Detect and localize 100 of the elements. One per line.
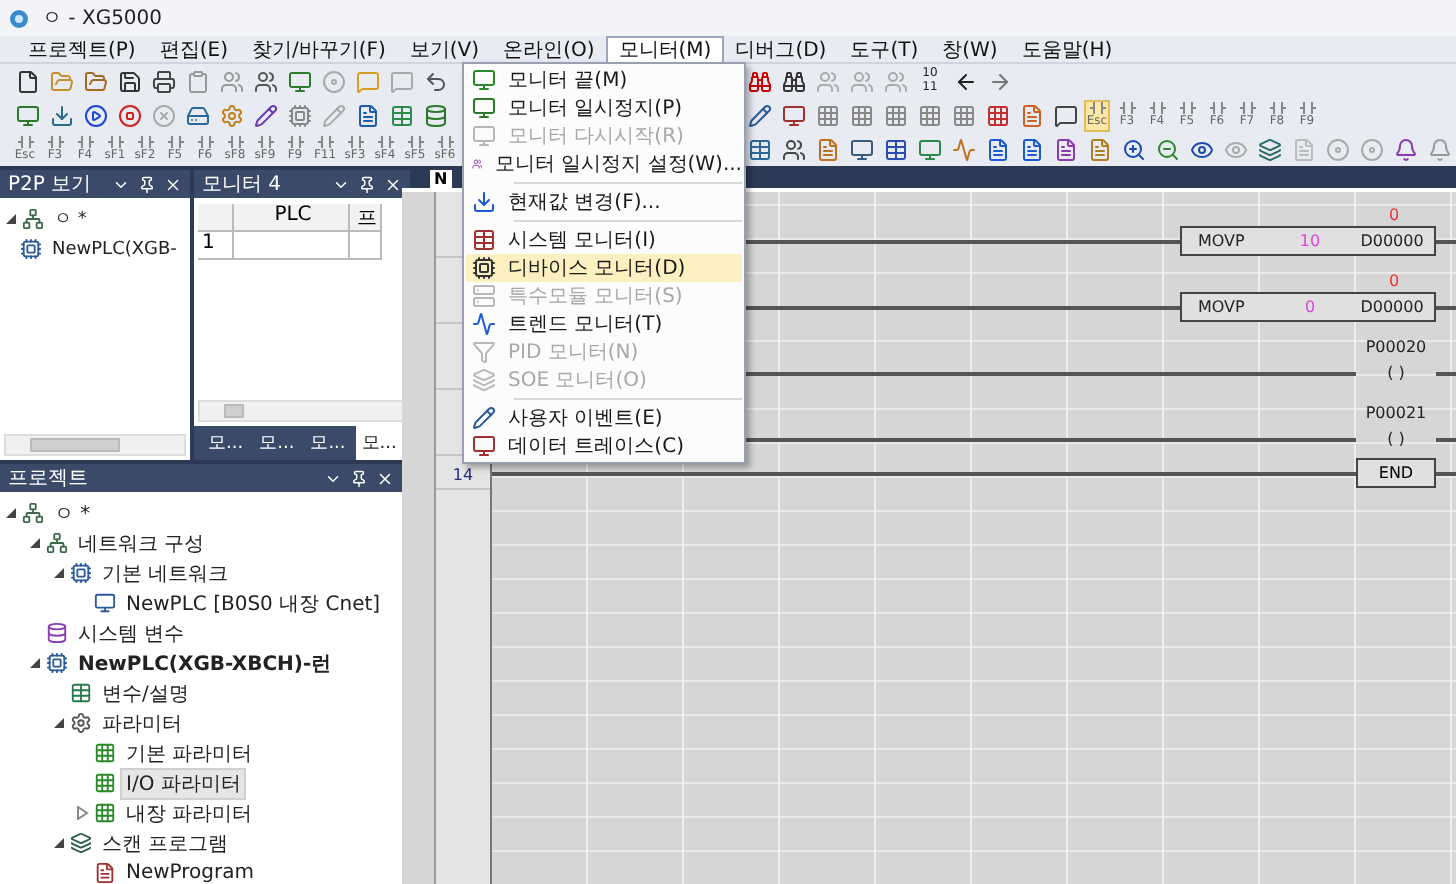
menu-item[interactable]: 창(W) [930,35,1010,63]
expanded-arrow-icon[interactable] [52,716,66,730]
menu-item[interactable]: 편집(E) [147,35,240,63]
users-button[interactable] [778,134,808,164]
collapsed-arrow-icon[interactable] [76,806,90,820]
tree-item[interactable]: ㅇ * [48,497,97,529]
expanded-arrow-icon[interactable] [4,212,18,226]
tree-item[interactable]: NewPLC(XGB-XBCH)-런 [72,647,338,679]
table-button[interactable] [744,134,774,164]
editor-tab[interactable]: N [430,170,452,188]
speech-bubble-button[interactable] [1050,100,1080,130]
close-icon[interactable] [376,469,394,487]
scrollbar[interactable] [198,400,407,422]
scrollbar[interactable] [4,434,186,456]
menu-item[interactable]: 도움말(H) [1009,35,1125,63]
monitor-tab[interactable]: 모... [253,426,301,460]
tree-item[interactable]: 기본 파라미터 [120,737,259,769]
monitor-button[interactable] [914,134,944,164]
expanded-arrow-icon[interactable] [52,836,66,850]
menu-item[interactable]: 디버그(D) [723,35,839,63]
menu-item[interactable]: 보기(V) [397,35,492,63]
pencil-button[interactable] [250,100,280,130]
monitor-tab[interactable]: 모... [202,426,250,460]
coil-symbol[interactable]: ( ) [1356,364,1436,382]
column-header[interactable]: PLC [234,204,350,232]
layers-button[interactable] [1254,134,1284,164]
expanded-arrow-icon[interactable] [28,656,42,670]
menu-option[interactable]: 시스템 모니터(I) [466,226,742,254]
menu-option[interactable]: 트렌드 모니터(T) [466,310,742,338]
close-icon[interactable] [164,175,182,193]
speech-bubble-icon [355,69,379,93]
menu-option[interactable]: 모니터 끝(M) [466,66,742,94]
column-header[interactable]: 프 [350,204,382,232]
zoom-out-icon [1155,137,1179,161]
expanded-arrow-icon[interactable] [52,566,66,580]
table-button[interactable] [880,134,910,164]
expanded-arrow-icon[interactable] [28,536,42,550]
monitor-value: 0 [1386,206,1402,224]
menu-item[interactable]: 찾기/바꾸기(F) [239,35,398,63]
table-button[interactable] [386,100,416,130]
menu-option[interactable]: 모니터 일시정지(P) [466,94,742,122]
table-corner-cell [198,204,234,232]
users-icon [883,69,907,93]
printer-button[interactable] [148,66,178,96]
binoculars-button[interactable] [778,66,808,96]
monitor-button[interactable] [12,100,42,130]
tree-item[interactable]: 내장 파라미터 [120,797,259,829]
menu-item[interactable]: 온라인(O) [491,35,607,63]
tree-item[interactable]: ㅇ * [48,204,93,234]
settings-button[interactable] [216,100,246,130]
play-button[interactable] [80,100,110,130]
menu-option[interactable]: 데이터 트레이스(C) [466,432,742,460]
bell-icon [1393,137,1417,161]
tree-item[interactable]: 기본 네트워크 [96,557,235,589]
close-icon[interactable] [384,175,403,193]
tree-item[interactable]: 네트워크 구성 [72,527,211,559]
download-button[interactable] [46,100,76,130]
menu-option[interactable]: 디바이스 모니터(D) [466,254,742,282]
save-button[interactable] [114,66,144,96]
pin-icon[interactable] [358,175,377,193]
zoom-in-button[interactable] [1118,134,1148,164]
stop-button[interactable] [114,100,144,130]
menu-option[interactable]: 사용자 이벤트(E) [466,404,742,432]
coil-symbol[interactable]: ( ) [1356,430,1436,448]
pulse-button[interactable] [948,134,978,164]
tree-item[interactable]: 파라미터 [96,707,188,739]
menu-option[interactable]: 현재값 변경(F)... [466,188,742,216]
instruction-block[interactable]: MOVP 0 D00000 [1180,292,1436,322]
database-button[interactable] [420,100,450,130]
menu-option[interactable]: 모니터 일시정지 설정(W)... [466,150,742,178]
monitor-tab[interactable]: 모... [304,426,352,460]
instruction-block[interactable]: MOVP 10 D00000 [1180,226,1436,256]
users-button[interactable] [250,66,280,96]
contact-icon [107,135,123,147]
pencil-button[interactable] [744,100,774,130]
end-block[interactable]: END [1356,458,1436,488]
document-icon [1019,103,1043,127]
tree-item[interactable]: 변수/설명 [96,677,195,709]
bell-button[interactable] [1390,134,1420,164]
menu-item[interactable]: 프로젝트(P) [16,35,148,63]
tree-item[interactable]: NewProgram [120,860,261,884]
tree-item[interactable]: NewPLC(XGB- [46,237,183,261]
monitor-button[interactable] [778,100,808,130]
folder-button[interactable] [80,66,110,96]
tree-item[interactable]: 시스템 변수 [72,617,191,649]
tree-item[interactable]: NewPLC [B0S0 내장 Cnet] [120,587,387,619]
zoom-out-button[interactable] [1152,134,1182,164]
monitor-tab[interactable]: 모... [355,426,403,460]
expanded-arrow-icon[interactable] [4,506,18,520]
monitor-button[interactable] [846,134,876,164]
tree-item[interactable]: 스캔 프로그램 [96,827,235,859]
drive-icon [185,103,209,127]
menu-item[interactable]: 도구(T) [838,35,931,63]
monitor-button[interactable] [284,66,314,96]
tree-item[interactable]: I/O 파라미터 [120,767,247,799]
contact-icon [257,135,273,147]
binoculars-button[interactable] [744,66,774,96]
pin-icon[interactable] [138,175,156,193]
pin-icon[interactable] [350,469,368,487]
menu-item[interactable]: 모니터(M) [606,35,724,63]
